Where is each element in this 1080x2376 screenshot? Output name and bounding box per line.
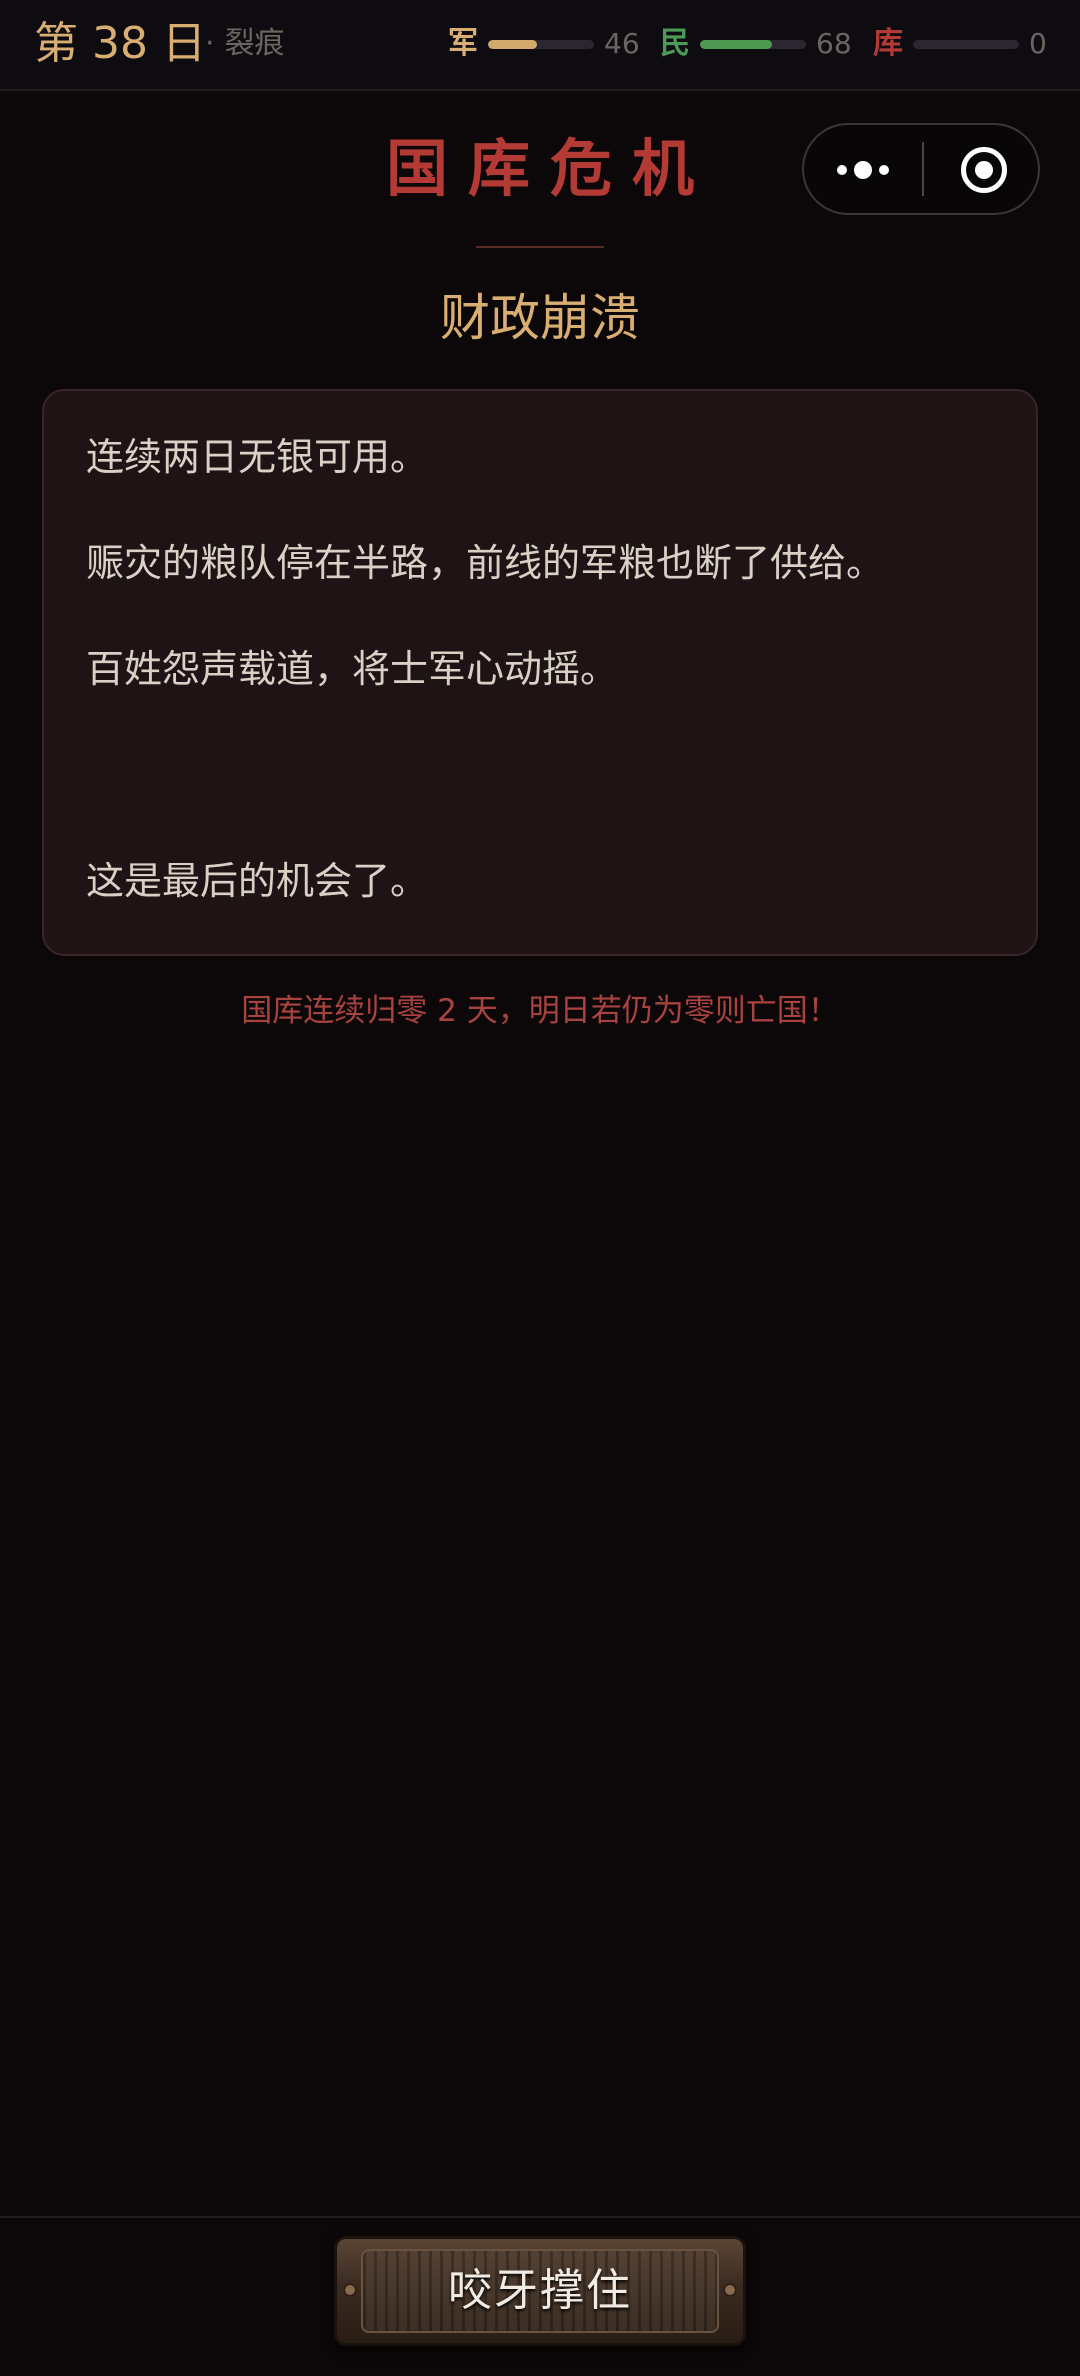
story-paragraph: 连续两日无银可用。 [86, 435, 429, 479]
stat-army-label: 军 [448, 26, 478, 61]
stat-treasury-label: 库 [873, 26, 903, 61]
stat-army-fill [488, 40, 537, 49]
stat-people-label: 民 [660, 26, 690, 61]
status-bar: 第 38 日 · 裂痕 军 46 民 68 库 0 [0, 0, 1080, 91]
story-card: 连续两日无银可用。 赈灾的粮队停在半路，前线的军粮也断了供给。 百姓怨声载道，将… [42, 389, 1038, 956]
phase-label: · 裂痕 [205, 24, 285, 64]
hold-on-button-label: 咬牙撑住 [448, 2265, 632, 2316]
event-title: 国库危机 [385, 132, 714, 205]
collapse-warning: 国库连续归零 2 天，明日若仍为零则亡国！ [241, 993, 839, 1029]
game-screen: 第 38 日 · 裂痕 军 46 民 68 库 0 国库危机 财政崩溃 连续两日… [0, 0, 1080, 2376]
bottom-divider [0, 2216, 1080, 2218]
stat-treasury-bar [913, 40, 1019, 49]
title-divider [476, 246, 604, 248]
stat-army-bar [488, 40, 594, 49]
stat-treasury-value: 0 [1029, 27, 1047, 60]
phase-text: 裂痕 [224, 26, 285, 61]
hold-on-button[interactable]: 咬牙撑住 [334, 2236, 746, 2346]
separator-dot: · [205, 26, 215, 61]
stat-army-value: 46 [604, 27, 640, 60]
day-counter: 第 38 日 [34, 18, 206, 69]
story-paragraph: 赈灾的粮队停在半路，前线的军粮也断了供给。 [86, 541, 885, 585]
story-paragraph: 这是最后的机会了。 [86, 859, 429, 903]
stat-people-fill [700, 40, 773, 49]
stat-people-bar [700, 40, 806, 49]
stat-people-value: 68 [816, 27, 852, 60]
story-paragraph: 百姓怨声载道，将士军心动摇。 [86, 647, 619, 691]
event-subtitle: 财政崩溃 [440, 289, 640, 347]
